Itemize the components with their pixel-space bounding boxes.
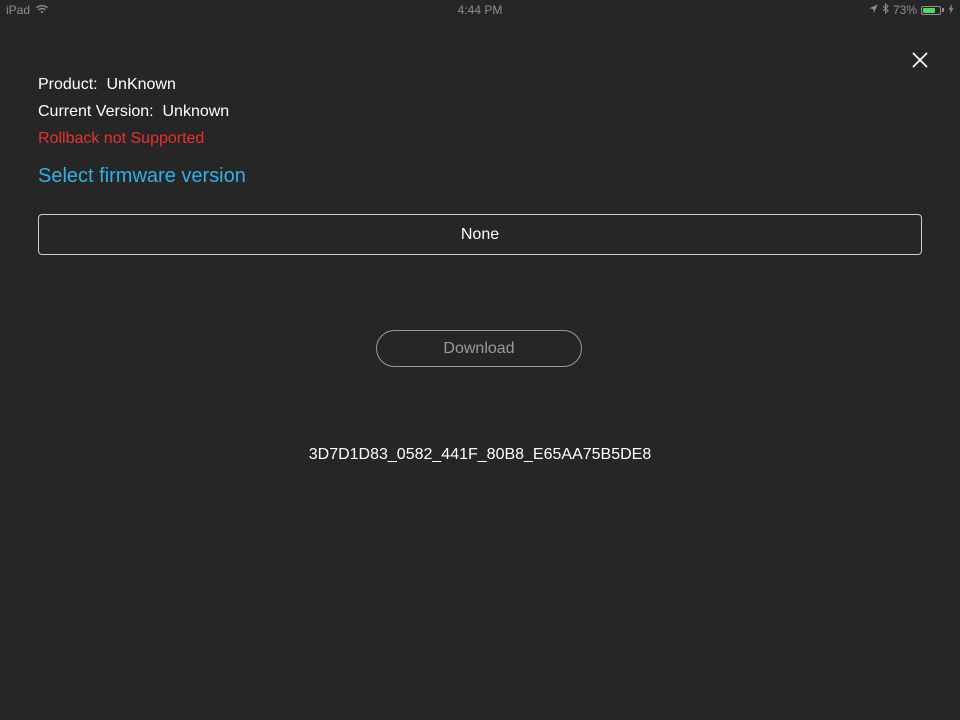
- device-id: 3D7D1D83_0582_441F_80B8_E65AA75B5DE8: [308, 446, 652, 463]
- battery-percent: 73%: [892, 3, 917, 17]
- firmware-selected-value: None: [460, 225, 500, 243]
- charging-bolt-icon: [948, 3, 954, 17]
- version-value: Unknown: [162, 103, 230, 120]
- battery-fill: [923, 7, 935, 13]
- bluetooth-icon: [882, 2, 889, 17]
- status-time: 4:44 PM: [457, 3, 503, 17]
- select-firmware-title: Select firmware version: [38, 165, 246, 187]
- product-label: Product:: [38, 76, 98, 93]
- close-button[interactable]: [906, 46, 934, 74]
- status-right: 73%: [869, 2, 954, 17]
- download-label: Download: [443, 339, 515, 357]
- close-icon: [912, 52, 928, 68]
- battery-icon: [921, 5, 941, 15]
- firmware-screen: iPad 4:44 PM 73% Product: UnKnown Curren…: [0, 0, 960, 720]
- status-bar: iPad 4:44 PM 73%: [0, 0, 960, 20]
- battery-cap: [942, 8, 944, 12]
- product-line: Product: UnKnown: [38, 76, 176, 94]
- location-arrow-icon: [869, 3, 878, 17]
- download-button[interactable]: Download: [376, 330, 582, 367]
- version-label: Current Version:: [38, 103, 154, 120]
- rollback-status: Rollback not Supported: [38, 130, 205, 147]
- firmware-version-select[interactable]: None: [38, 214, 922, 255]
- product-value: UnKnown: [106, 76, 176, 93]
- version-line: Current Version: Unknown: [38, 103, 229, 121]
